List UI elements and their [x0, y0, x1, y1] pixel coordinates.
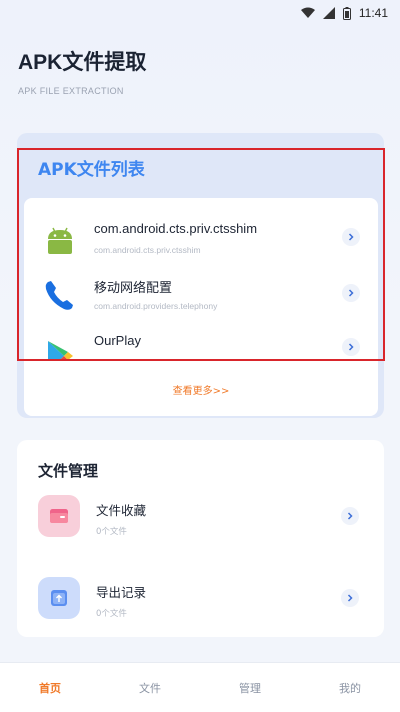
file-item-label: 文件收藏: [96, 503, 147, 518]
file-management-title: 文件管理: [38, 462, 99, 480]
tab-files[interactable]: 文件: [100, 680, 200, 696]
file-item-count: 0个文件: [96, 527, 127, 537]
chevron-right-icon[interactable]: [341, 589, 359, 607]
page-title: APK文件提取: [18, 51, 147, 74]
file-favorites-item[interactable]: 文件收藏 0个文件: [17, 495, 384, 555]
file-item-label: 导出记录: [96, 585, 147, 600]
status-bar: 11:41: [0, 0, 400, 26]
status-time: 11:41: [358, 6, 388, 20]
signal-icon: [322, 7, 335, 19]
see-more-link[interactable]: 查看更多>>: [24, 382, 378, 397]
export-records-item[interactable]: 导出记录 0个文件: [17, 577, 384, 637]
folder-icon: [38, 495, 80, 537]
export-icon: [38, 577, 80, 619]
tab-mine[interactable]: 我的: [300, 680, 400, 696]
file-item-count: 0个文件: [96, 609, 127, 619]
chevron-right-icon[interactable]: [341, 507, 359, 525]
battery-icon: [342, 6, 351, 20]
bottom-nav: 首页 文件 管理 我的: [0, 662, 400, 712]
wifi-icon: [300, 7, 315, 19]
tab-manage[interactable]: 管理: [200, 680, 300, 696]
page-subtitle: APK FILE EXTRACTION: [18, 86, 124, 96]
highlight-box: [17, 148, 385, 361]
tab-home[interactable]: 首页: [0, 680, 100, 696]
